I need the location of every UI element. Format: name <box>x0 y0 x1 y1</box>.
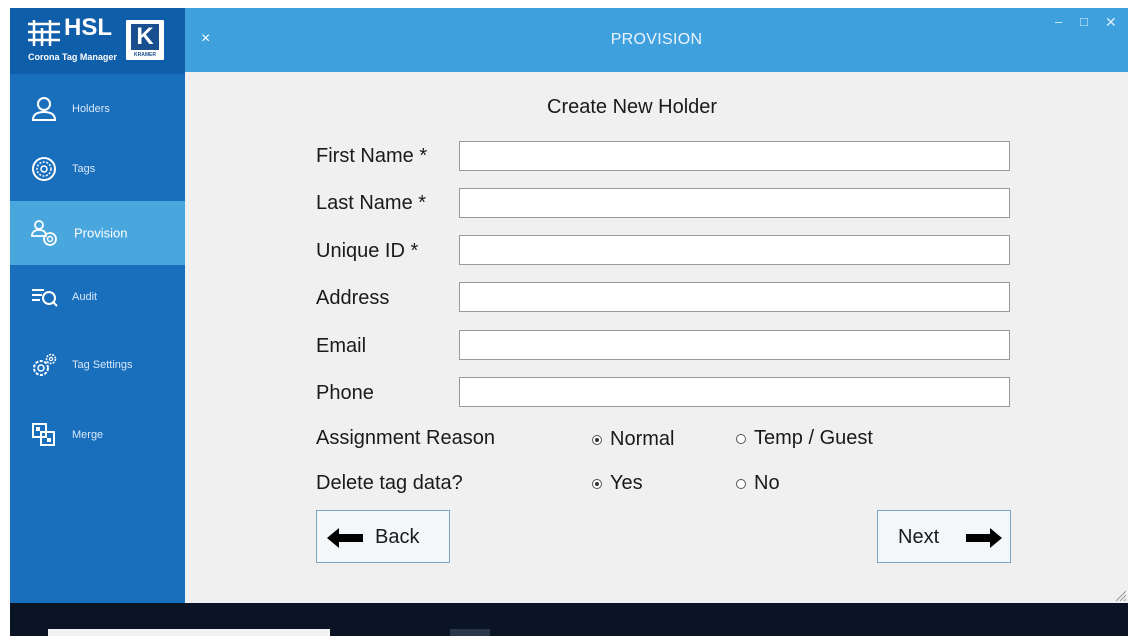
arrow-right-icon <box>966 528 1002 548</box>
radio-yes[interactable]: Yes <box>592 472 643 495</box>
kramer-k-letter: K <box>131 24 159 50</box>
sidebar-item-label: Holders <box>72 103 110 115</box>
maximize-icon[interactable]: □ <box>1080 14 1088 29</box>
radio-yes-label: Yes <box>610 472 643 494</box>
first-name-input[interactable] <box>459 141 1010 171</box>
sidebar-item-label: Provision <box>74 225 128 241</box>
radio-selected-indicator <box>592 434 602 445</box>
radio-temp-guest-label: Temp / Guest <box>754 427 873 449</box>
delete-tag-data-label: Delete tag data? <box>316 472 463 494</box>
taskbar-app-icon[interactable] <box>450 629 490 636</box>
taskbar-search-box[interactable] <box>48 629 330 636</box>
address-label: Address <box>316 287 390 309</box>
radio-no-label: No <box>754 472 780 494</box>
form-title: Create New Holder <box>547 96 718 118</box>
page-title: PROVISION <box>610 31 703 48</box>
os-taskbar <box>10 603 1128 636</box>
sidebar-item-merge[interactable]: Merge <box>10 404 185 466</box>
last-name-label: Last Name * <box>316 192 427 214</box>
sidebar-item-provision[interactable]: Provision <box>10 201 185 265</box>
unique-id-label: Unique ID * <box>316 240 419 262</box>
hsl-logo-icon <box>28 20 60 46</box>
tag-icon <box>32 157 56 181</box>
phone-input[interactable] <box>459 377 1010 407</box>
provision-icon <box>31 220 57 246</box>
unique-id-input[interactable] <box>459 235 1010 265</box>
kramer-logo: K KRAMER <box>124 18 166 62</box>
person-icon <box>31 97 57 121</box>
sidebar-item-audit[interactable]: Audit <box>10 266 185 328</box>
first-name-label: First Name * <box>316 145 428 167</box>
radio-normal-label: Normal <box>610 428 675 450</box>
gears-icon <box>33 353 57 376</box>
assignment-reason-label: Assignment Reason <box>316 427 495 449</box>
next-button-label: Next <box>898 526 940 548</box>
sidebar-item-label: Audit <box>72 291 98 303</box>
back-button[interactable]: Back <box>316 510 450 563</box>
radio-unselected-indicator <box>736 478 746 489</box>
last-name-input[interactable] <box>459 188 1010 218</box>
app-window: HSL Corona Tag Manager K KRAMER Holders … <box>10 8 1128 603</box>
resize-grip-icon[interactable] <box>1114 589 1126 601</box>
email-input[interactable] <box>459 330 1010 360</box>
sidebar-item-holders[interactable]: Holders <box>10 78 185 140</box>
back-button-label: Back <box>375 526 420 548</box>
logo-subtitle: Corona Tag Manager <box>28 52 117 62</box>
sidebar-item-tags[interactable]: Tags <box>10 138 185 200</box>
merge-icon <box>32 423 55 446</box>
sidebar-item-label: Tag Settings <box>72 359 133 371</box>
address-input[interactable] <box>459 282 1010 312</box>
email-label: Email <box>316 335 367 357</box>
radio-temp-guest[interactable]: Temp / Guest <box>736 427 873 450</box>
window-close-icon[interactable]: ✕ <box>1105 14 1117 31</box>
radio-normal[interactable]: Normal <box>592 428 674 451</box>
next-button[interactable]: Next <box>877 510 1011 563</box>
sidebar-item-label: Tags <box>72 163 96 175</box>
radio-unselected-indicator <box>736 433 746 444</box>
minimize-icon[interactable]: – <box>1055 14 1062 29</box>
kramer-wordmark: KRAMER <box>134 52 156 58</box>
logo-hsl-text: HSL <box>64 14 112 41</box>
sidebar-item-tag-settings[interactable]: Tag Settings <box>10 334 185 396</box>
phone-label: Phone <box>316 382 374 404</box>
radio-no[interactable]: No <box>736 472 780 495</box>
app-logo: HSL Corona Tag Manager K KRAMER <box>10 8 185 74</box>
sidebar-item-label: Merge <box>72 429 104 441</box>
title-bar: × PROVISION – □ ✕ <box>185 8 1128 72</box>
arrow-left-icon <box>327 528 363 548</box>
audit-icon <box>32 289 58 307</box>
radio-selected-indicator <box>592 478 602 489</box>
sidebar: HSL Corona Tag Manager K KRAMER Holders … <box>10 8 185 603</box>
